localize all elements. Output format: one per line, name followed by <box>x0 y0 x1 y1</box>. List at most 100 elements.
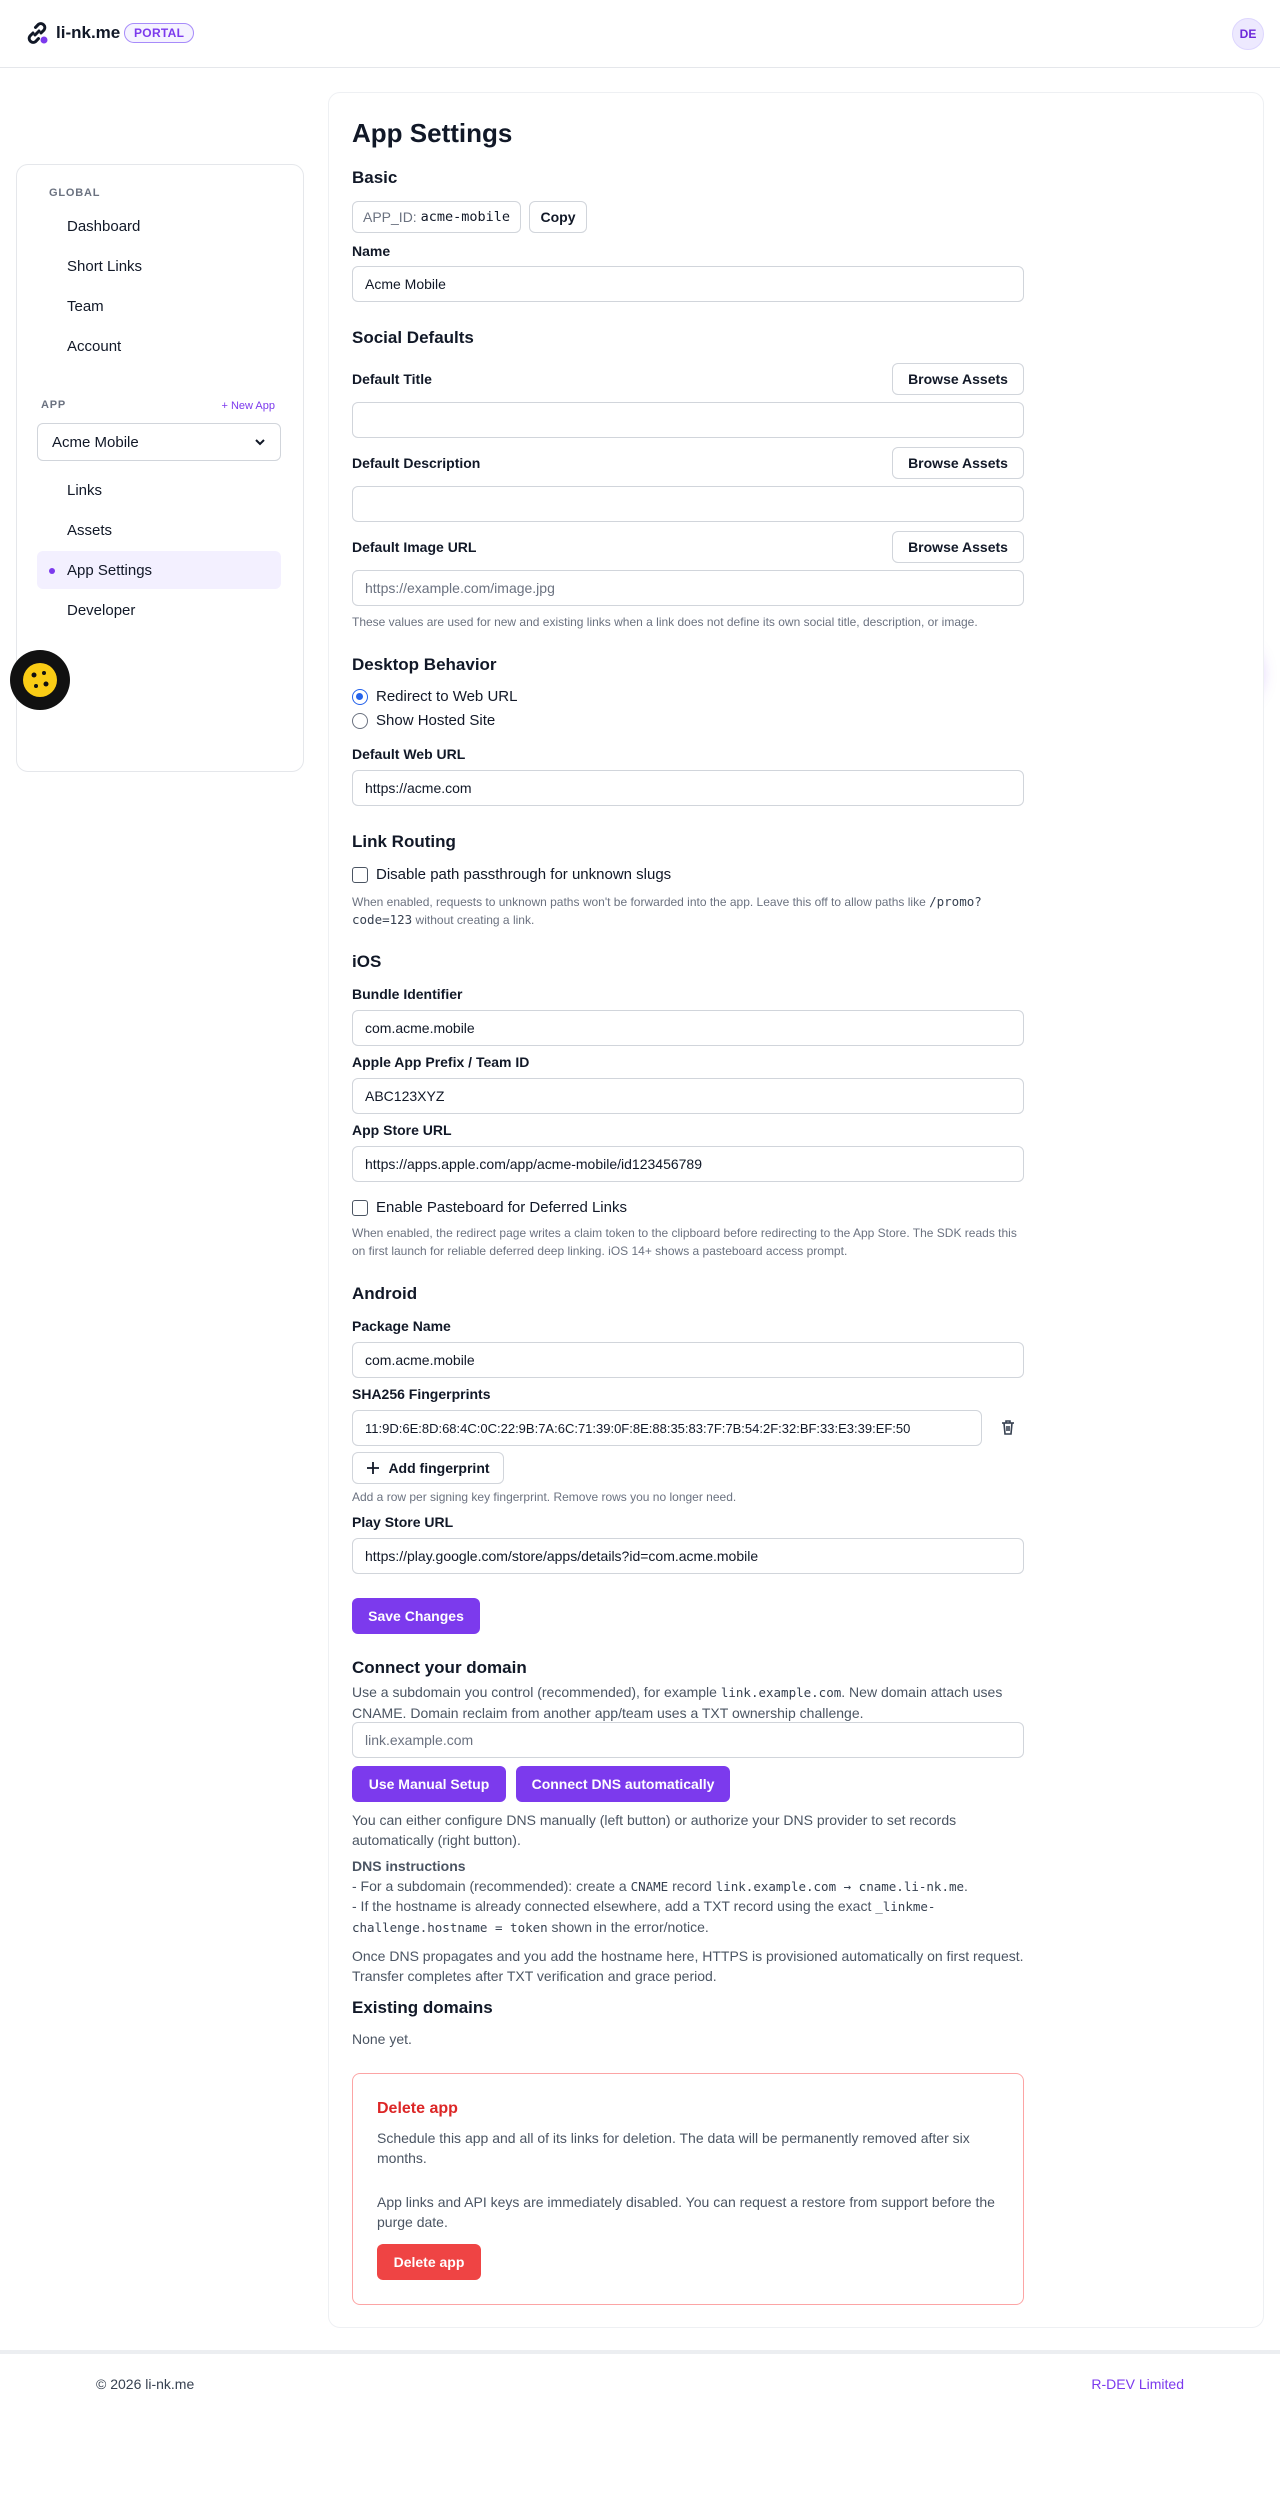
pasteboard-checkbox[interactable] <box>352 1199 368 1216</box>
basic-section-title: Basic <box>352 168 398 187</box>
dns-either-text: You can either configure DNS manually (l… <box>352 1812 957 1848</box>
domain-section-title: Connect your domain <box>352 1658 527 1677</box>
default-title-label: Default Title <box>352 371 432 387</box>
passthrough-option[interactable]: Disable path passthrough for unknown slu… <box>352 866 671 883</box>
play-store-input[interactable]: https://play.google.com/store/apps/detai… <box>352 1538 1024 1574</box>
dns-line-part: - If the hostname is already connected e… <box>352 1898 876 1914</box>
trash-icon[interactable] <box>999 1418 1017 1436</box>
sidebar-item-links[interactable]: Links <box>37 471 281 509</box>
routing-help-part: When enabled, requests to unknown paths … <box>352 895 930 909</box>
domain-intro-text: Use a subdomain you control (recommended… <box>352 1682 1032 1723</box>
default-image-input[interactable]: https://example.com/image.jpg <box>352 570 1024 606</box>
new-app-link[interactable]: + New App <box>221 400 275 412</box>
link-icon <box>27 22 48 44</box>
sidebar-item-dashboard[interactable]: Dashboard <box>37 207 281 245</box>
sidebar-item-developer[interactable]: Developer <box>37 591 281 629</box>
routing-section-title: Link Routing <box>352 832 456 851</box>
dns-instruction-line-2: - If the hostname is already connected e… <box>352 1896 1032 1938</box>
name-input[interactable]: Acme Mobile <box>352 266 1024 302</box>
hosted-radio[interactable] <box>352 712 368 729</box>
existing-domains-title: Existing domains <box>352 1998 493 2017</box>
domain-input[interactable]: link.example.com <box>352 1722 1024 1758</box>
passthrough-label: Disable path passthrough for unknown slu… <box>376 866 672 883</box>
sidebar-item-label: Developer <box>67 601 136 619</box>
browse-assets-image-button[interactable]: Browse Assets <box>892 531 1024 563</box>
domain-intro-part: Use a subdomain you control (recommended… <box>352 1684 721 1700</box>
routing-help-part: without creating a link. <box>412 913 535 927</box>
passthrough-checkbox[interactable] <box>352 866 368 883</box>
default-description-input[interactable] <box>352 486 1024 522</box>
save-changes-button[interactable]: Save Changes <box>352 1598 480 1634</box>
android-section-title: Android <box>352 1284 418 1303</box>
dns-line-code: CNAME <box>630 1879 669 1894</box>
top-bar: li-nk.me PORTAL DE <box>0 0 1280 68</box>
sidebar-global-label: GLOBAL <box>49 187 101 199</box>
default-image-label: Default Image URL <box>352 539 477 555</box>
app-store-label: App Store URL <box>352 1122 452 1138</box>
fingerprint-help-text: Add a row per signing key fingerprint. R… <box>352 1490 737 1504</box>
app-store-input[interactable]: https://apps.apple.com/app/acme-mobile/i… <box>352 1146 1024 1182</box>
dns-line-part: - For a subdomain (recommended): create … <box>352 1878 631 1894</box>
existing-domains-value: None yet. <box>352 2031 412 2047</box>
name-label: Name <box>352 243 391 259</box>
redirect-option[interactable]: Redirect to Web URL <box>352 688 517 705</box>
desktop-section-title: Desktop Behavior <box>352 655 497 674</box>
bundle-label: Bundle Identifier <box>352 986 463 1002</box>
browse-assets-title-button[interactable]: Browse Assets <box>892 363 1024 395</box>
add-fingerprint-button[interactable]: Add fingerprint <box>352 1452 504 1484</box>
app-id-key: APP_ID: <box>363 209 417 225</box>
dns-instructions-title: DNS instructions <box>352 1858 466 1874</box>
avatar[interactable]: DE <box>1232 18 1264 50</box>
pasteboard-option[interactable]: Enable Pasteboard for Deferred Links <box>352 1199 627 1216</box>
app-id-chip: APP_ID: acme-mobile <box>352 201 521 233</box>
delete-app-button[interactable]: Delete app <box>377 2244 481 2280</box>
delete-app-text-2: App links and API keys are immediately d… <box>377 2194 995 2230</box>
team-id-label: Apple App Prefix / Team ID <box>352 1054 530 1070</box>
pasteboard-help-text: When enabled, the redirect page writes a… <box>352 1226 1017 1258</box>
dns-line-part: . <box>964 1878 968 1894</box>
default-title-input[interactable] <box>352 402 1024 438</box>
delete-app-title: Delete app <box>377 2100 458 2117</box>
sidebar-item-short-links[interactable]: Short Links <box>37 247 281 285</box>
routing-help-text: When enabled, requests to unknown paths … <box>352 893 1024 929</box>
app-id-value: acme-mobile <box>420 209 510 225</box>
redirect-radio[interactable] <box>352 688 368 705</box>
cookie-settings-button[interactable] <box>10 650 70 710</box>
sidebar-item-label: Links <box>67 481 103 499</box>
hosted-option-label: Show Hosted Site <box>376 712 496 729</box>
social-section-title: Social Defaults <box>352 328 474 347</box>
connect-dns-button[interactable]: Connect DNS automatically <box>516 1766 730 1802</box>
footer: © 2026 li-nk.me R-DEV Limited <box>0 2350 1280 2414</box>
sidebar-item-account[interactable]: Account <box>37 327 281 365</box>
sidebar-item-assets[interactable]: Assets <box>37 511 281 549</box>
portal-badge: PORTAL <box>124 23 195 43</box>
sidebar-item-label: Dashboard <box>67 217 141 235</box>
active-indicator <box>49 568 55 574</box>
package-label: Package Name <box>352 1318 451 1334</box>
logo[interactable]: li-nk.me <box>24 20 120 46</box>
team-id-input[interactable]: ABC123XYZ <box>352 1078 1024 1114</box>
sidebar-item-team[interactable]: Team <box>37 287 281 325</box>
pasteboard-label: Enable Pasteboard for Deferred Links <box>376 1199 627 1216</box>
dns-line-part: shown in the error/notice. <box>547 1919 709 1935</box>
sidebar-item-app-settings[interactable]: App Settings <box>37 551 281 589</box>
package-input[interactable]: com.acme.mobile <box>352 1342 1024 1378</box>
hosted-option[interactable]: Show Hosted Site <box>352 712 495 729</box>
footer-company-link[interactable]: R-DEV Limited <box>1091 2376 1184 2392</box>
chevron-down-icon <box>255 439 265 446</box>
bundle-input[interactable]: com.acme.mobile <box>352 1010 1024 1046</box>
manual-setup-button[interactable]: Use Manual Setup <box>352 1766 506 1802</box>
web-url-input[interactable]: https://acme.com <box>352 770 1024 806</box>
dns-instruction-line-1: - For a subdomain (recommended): create … <box>352 1876 1032 1897</box>
redirect-option-label: Redirect to Web URL <box>376 688 518 705</box>
domain-intro-code: link.example.com <box>720 1685 842 1700</box>
browse-assets-description-button[interactable]: Browse Assets <box>892 447 1024 479</box>
ios-section-title: iOS <box>352 952 382 971</box>
sidebar-item-label: Account <box>67 337 122 355</box>
app-select[interactable]: Acme Mobile <box>37 423 281 461</box>
logo-text: li-nk.me <box>56 23 121 42</box>
web-url-label: Default Web URL <box>352 746 466 762</box>
copy-button[interactable]: Copy <box>529 201 587 233</box>
sha-fingerprint-input[interactable]: 11:9D:6E:8D:68:4C:0C:22:9B:7A:6C:71:39:0… <box>352 1410 982 1446</box>
social-help-text: These values are used for new and existi… <box>352 615 978 629</box>
